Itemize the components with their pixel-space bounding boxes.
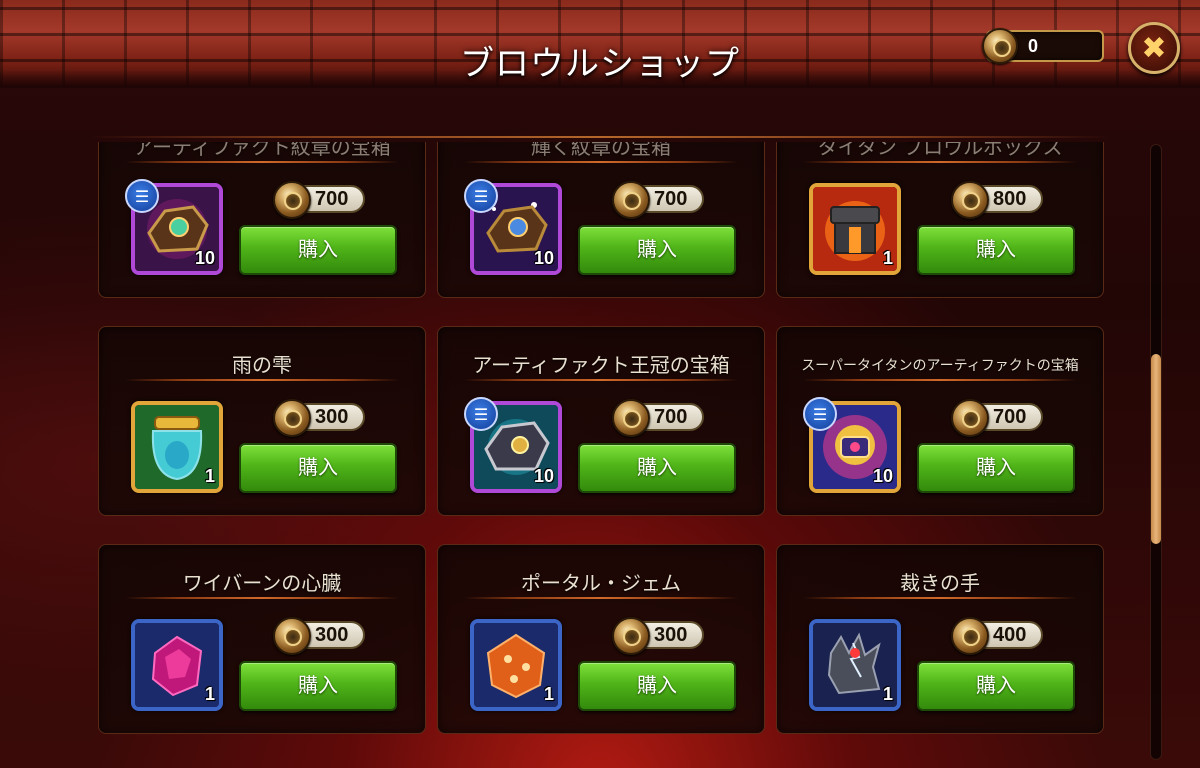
card-divider	[125, 379, 399, 381]
item-price: 700	[273, 181, 365, 219]
card-divider	[125, 161, 399, 163]
buy-button[interactable]: 購入	[917, 443, 1075, 493]
brawl-shop-screen: ブロウルショップ 0 ✖ アーティファクト紋章の宝箱 ☰ 10 700 購入 輝…	[0, 0, 1200, 768]
brawl-coin-icon	[273, 617, 311, 655]
shop-item-card: 裁きの手 1 400 購入	[776, 544, 1104, 734]
item-quantity: 1	[204, 466, 215, 486]
item-icon-frame[interactable]: 1	[131, 619, 223, 711]
item-name: ワイバーンの心臓	[182, 571, 342, 595]
item-name: アーティファクト王冠の宝箱	[472, 353, 730, 377]
buy-button[interactable]: 購入	[239, 661, 397, 711]
card-divider	[464, 379, 738, 381]
item-icon-frame[interactable]: 1	[131, 401, 223, 493]
currency-display: 0	[982, 28, 1104, 64]
item-name: スーパータイタンのアーティファクトの宝箱	[801, 358, 1079, 374]
item-price: 800	[951, 181, 1043, 219]
item-name: ポータル・ジェム	[521, 571, 681, 595]
item-quantity: 10	[194, 248, 215, 268]
item-name: 輝く紋章の宝箱	[531, 142, 671, 159]
price-value: 800	[993, 188, 1027, 210]
buy-button[interactable]: 購入	[578, 661, 736, 711]
card-divider	[125, 597, 399, 599]
item-name: 雨の雫	[232, 353, 292, 377]
card-divider	[464, 597, 738, 599]
brawl-coin-icon	[612, 181, 650, 219]
price-value: 300	[315, 624, 349, 646]
brawl-coin-icon	[951, 181, 989, 219]
item-info-icon[interactable]: ☰	[125, 179, 159, 213]
item-icon-frame[interactable]: 1	[809, 619, 901, 711]
item-name: タイタン ブロウルボックス	[817, 142, 1063, 159]
item-quantity: 10	[533, 466, 554, 486]
scrollbar-thumb[interactable]	[1151, 354, 1161, 544]
price-value: 700	[654, 406, 688, 428]
item-price: 300	[273, 399, 365, 437]
item-info-icon[interactable]: ☰	[464, 397, 498, 431]
shop-item-card: アーティファクト王冠の宝箱 ☰ 10 700 購入	[437, 326, 765, 516]
price-value: 300	[315, 406, 349, 428]
item-info-icon[interactable]: ☰	[464, 179, 498, 213]
item-price: 400	[951, 617, 1043, 655]
brawl-coin-icon	[273, 181, 311, 219]
close-button[interactable]: ✖	[1128, 22, 1180, 74]
close-icon: ✖	[1141, 30, 1167, 66]
price-value: 400	[993, 624, 1027, 646]
item-price: 700	[612, 399, 704, 437]
brawl-coin-icon	[951, 399, 989, 437]
item-quantity: 1	[882, 248, 893, 268]
buy-button[interactable]: 購入	[917, 661, 1075, 711]
card-divider	[464, 161, 738, 163]
brawl-coin-icon	[612, 617, 650, 655]
price-value: 300	[654, 624, 688, 646]
item-price: 300	[273, 617, 365, 655]
item-icon-frame[interactable]: 1	[470, 619, 562, 711]
buy-button[interactable]: 購入	[917, 225, 1075, 275]
shop-item-card: スーパータイタンのアーティファクトの宝箱 ☰ 10 700 購入	[776, 326, 1104, 516]
item-quantity: 10	[872, 466, 893, 486]
item-quantity: 1	[204, 684, 215, 704]
card-divider	[803, 379, 1077, 381]
item-quantity: 1	[882, 684, 893, 704]
item-price: 700	[951, 399, 1043, 437]
buy-button[interactable]: 購入	[578, 443, 736, 493]
shop-item-card: ポータル・ジェム 1 300 購入	[437, 544, 765, 734]
brawl-coin-icon	[612, 399, 650, 437]
item-icon-frame[interactable]: 1	[809, 183, 901, 275]
brawl-coin-icon	[951, 617, 989, 655]
price-value: 700	[654, 188, 688, 210]
shop-item-card: タイタン ブロウルボックス 1 800 購入	[776, 142, 1104, 298]
buy-button[interactable]: 購入	[239, 225, 397, 275]
item-price: 300	[612, 617, 704, 655]
card-divider	[803, 161, 1077, 163]
currency-amount: 0	[1028, 36, 1039, 56]
item-quantity: 10	[533, 248, 554, 268]
item-name: アーティファクト紋章の宝箱	[133, 142, 391, 159]
card-divider	[803, 597, 1077, 599]
buy-button[interactable]: 購入	[239, 443, 397, 493]
item-name: 裁きの手	[900, 571, 980, 595]
price-value: 700	[993, 406, 1027, 428]
item-info-icon[interactable]: ☰	[803, 397, 837, 431]
price-value: 700	[315, 188, 349, 210]
shop-item-grid[interactable]: アーティファクト紋章の宝箱 ☰ 10 700 購入 輝く紋章の宝箱 ☰ 10 7…	[98, 142, 1104, 768]
shop-item-card: 雨の雫 1 300 購入	[98, 326, 426, 516]
shop-item-card: 輝く紋章の宝箱 ☰ 10 700 購入	[437, 142, 765, 298]
item-quantity: 1	[543, 684, 554, 704]
brawl-coin-icon	[273, 399, 311, 437]
item-price: 700	[612, 181, 704, 219]
shop-item-card: ワイバーンの心臓 1 300 購入	[98, 544, 426, 734]
buy-button[interactable]: 購入	[578, 225, 736, 275]
panel-divider	[92, 136, 1108, 138]
shop-item-card: アーティファクト紋章の宝箱 ☰ 10 700 購入	[98, 142, 426, 298]
brawl-coin-icon	[982, 28, 1018, 64]
